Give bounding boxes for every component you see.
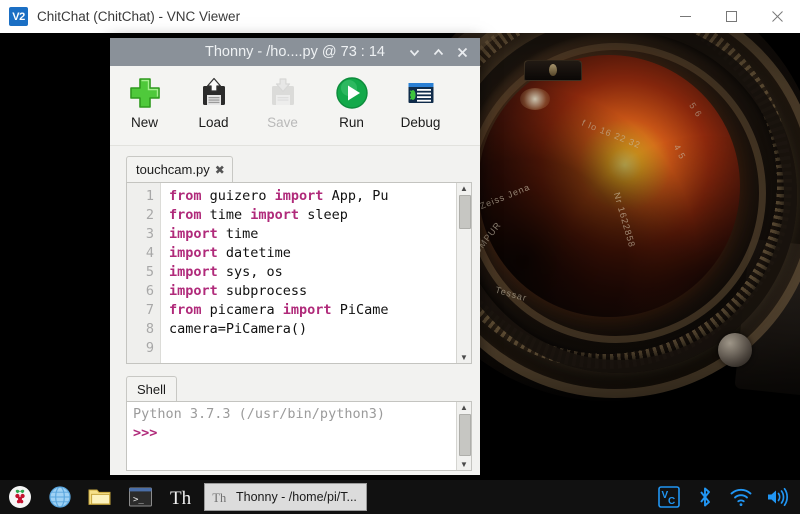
code-line: import datetime: [169, 245, 291, 261]
scroll-down-arrow-icon[interactable]: ▼: [460, 460, 468, 469]
shell-frame[interactable]: Python 3.7.3 (/usr/bin/python3) >>> ▲ ▼: [126, 401, 472, 471]
shell-tab-label: Shell: [137, 381, 166, 397]
taskbar: >_ Th Th Thonny - /home/pi/T... V C: [0, 480, 800, 514]
run-button[interactable]: Run: [317, 73, 386, 130]
shell-prompt: >>>: [133, 425, 158, 441]
vnc-window-controls: [662, 0, 800, 33]
green-plus-icon: [128, 73, 162, 113]
code-line: from guizero import App, Pu: [169, 188, 389, 204]
floppy-save-icon: [267, 73, 299, 113]
editor-area: touchcam.py ✖ 1 2 3 4 5 6 7 8 9 from guizero imp…: [126, 154, 472, 364]
vnc-viewer-window: V2 ChitChat (ChitChat) - VNC Viewer COMP…: [0, 0, 800, 514]
lens-specular-highlight: [520, 88, 550, 110]
vnc-logo-icon: V2: [9, 7, 28, 26]
scroll-down-arrow-icon[interactable]: ▼: [460, 353, 468, 362]
file-manager-icon[interactable]: [80, 480, 120, 514]
bluetooth-tray-icon[interactable]: [688, 480, 722, 514]
shell-banner-line: Python 3.7.3 (/usr/bin/python3): [133, 406, 385, 422]
code-line: camera=PiCamera(): [169, 321, 308, 337]
code-line: from time import sleep: [169, 207, 348, 223]
shell-area: Shell Python 3.7.3 (/usr/bin/python3) >>…: [126, 375, 472, 471]
line-number: 2: [145, 207, 154, 223]
line-number: 5: [145, 264, 154, 280]
code-line: from picamera import PiCame: [169, 302, 389, 318]
line-number: 7: [145, 302, 154, 318]
shell-scrollbar-thumb[interactable]: [459, 414, 471, 456]
editor-code-text[interactable]: from guizero import App, Pu from time imp…: [161, 183, 456, 363]
line-number: 8: [145, 321, 154, 337]
debug-button[interactable]: Debug: [386, 73, 455, 130]
shell-output[interactable]: Python 3.7.3 (/usr/bin/python3) >>>: [127, 402, 456, 470]
close-button[interactable]: [754, 0, 800, 33]
terminal-icon[interactable]: >_: [120, 480, 160, 514]
close-icon[interactable]: ✖: [215, 163, 225, 177]
maximize-button[interactable]: [708, 0, 754, 33]
debug-button-label: Debug: [400, 115, 441, 130]
code-line: import subprocess: [169, 283, 308, 299]
thonny-window-title: Thonny - /ho....py @ 73 : 14: [205, 44, 385, 60]
svg-text:Th: Th: [212, 491, 227, 505]
system-tray: V C: [652, 480, 800, 514]
thonny-launcher-icon[interactable]: Th: [160, 480, 200, 514]
thonny-titlebar[interactable]: Thonny - /ho....py @ 73 : 14: [110, 38, 480, 66]
thonny-toolbar: New Load Save Run Debug: [110, 66, 480, 146]
taskbar-window-button-thonny[interactable]: Th Thonny - /home/pi/T...: [204, 483, 367, 511]
tab-shell[interactable]: Shell: [126, 376, 177, 401]
raspberry-menu-icon[interactable]: [0, 480, 40, 514]
svg-text:>_: >_: [133, 495, 144, 505]
code-line: import sys, os: [169, 264, 283, 280]
code-line: import time: [169, 226, 259, 242]
vnc-window-title: ChitChat (ChitChat) - VNC Viewer: [37, 9, 241, 24]
editor-frame[interactable]: 123456789 from guizero import App, Pu fro…: [126, 182, 472, 364]
thonny-title-controls: [402, 38, 474, 66]
wifi-tray-icon[interactable]: [724, 480, 758, 514]
save-button-label: Save: [267, 115, 298, 130]
editor-tabstrip: touchcam.py ✖: [126, 154, 472, 182]
title-chevron-down-button[interactable]: [402, 38, 426, 66]
scroll-up-arrow-icon[interactable]: ▲: [460, 184, 468, 193]
shell-tabstrip: Shell: [126, 375, 472, 401]
new-button[interactable]: New: [110, 73, 179, 130]
vnc-tray-icon[interactable]: V C: [652, 480, 686, 514]
th-icon: Th: [212, 491, 227, 505]
taskbar-button-label: Thonny - /home/pi/T...: [236, 490, 357, 504]
green-play-icon: [335, 73, 369, 113]
thonny-window: Thonny - /ho....py @ 73 : 14 New Load Sa…: [110, 38, 480, 475]
camera-focus-knob: [718, 333, 752, 367]
line-number: 9: [145, 340, 154, 356]
title-close-button[interactable]: [450, 38, 474, 66]
load-button-label: Load: [198, 115, 229, 130]
debug-bug-icon: [405, 73, 437, 113]
web-browser-icon[interactable]: [40, 480, 80, 514]
editor-line-number-gutter: 1 2 3 4 5 6 7 8 9: [127, 183, 161, 363]
minimize-button[interactable]: [662, 0, 708, 33]
vnc-titlebar: V2 ChitChat (ChitChat) - VNC Viewer: [0, 0, 800, 34]
run-button-label: Run: [339, 115, 364, 130]
svg-text:C: C: [668, 496, 675, 507]
save-button[interactable]: Save: [248, 73, 317, 130]
editor-scrollbar-thumb[interactable]: [459, 195, 471, 229]
floppy-load-icon: [198, 73, 230, 113]
line-number: 3: [145, 226, 154, 242]
volume-tray-icon[interactable]: [760, 480, 794, 514]
line-number: 4: [145, 245, 154, 261]
shell-vertical-scrollbar[interactable]: ▲ ▼: [456, 402, 471, 470]
editor-vertical-scrollbar[interactable]: ▲ ▼: [456, 183, 471, 363]
new-button-label: New: [130, 115, 158, 130]
line-number: 6: [145, 283, 154, 299]
load-button[interactable]: Load: [179, 73, 248, 130]
lens-viewfinder-knob: [524, 60, 582, 81]
line-number: 1: [145, 188, 154, 204]
svg-text:Th: Th: [170, 488, 192, 509]
scroll-up-arrow-icon[interactable]: ▲: [460, 403, 468, 412]
tab-label: touchcam.py: [136, 162, 210, 177]
tab-touchcam-py[interactable]: touchcam.py ✖: [126, 156, 233, 182]
title-chevron-up-button[interactable]: [426, 38, 450, 66]
